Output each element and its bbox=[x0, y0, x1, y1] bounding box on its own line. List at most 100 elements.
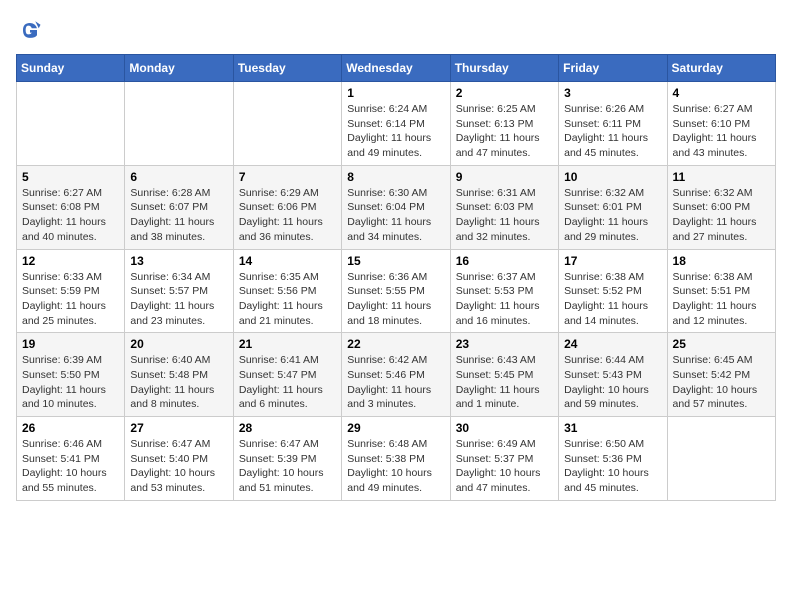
day-number: 5 bbox=[22, 170, 119, 184]
day-of-week-header: Wednesday bbox=[342, 55, 450, 82]
day-number: 14 bbox=[239, 254, 336, 268]
calendar-day-cell: 17 Sunrise: 6:38 AM Sunset: 5:52 PM Dayli… bbox=[559, 249, 667, 333]
day-info: Sunrise: 6:36 AM Sunset: 5:55 PM Dayligh… bbox=[347, 270, 444, 329]
day-of-week-header: Saturday bbox=[667, 55, 775, 82]
calendar-day-cell: 31 Sunrise: 6:50 AM Sunset: 5:36 PM Dayli… bbox=[559, 417, 667, 501]
day-info: Sunrise: 6:32 AM Sunset: 6:01 PM Dayligh… bbox=[564, 186, 661, 245]
calendar-week-row: 12 Sunrise: 6:33 AM Sunset: 5:59 PM Dayli… bbox=[17, 249, 776, 333]
day-number: 23 bbox=[456, 337, 553, 351]
day-info: Sunrise: 6:34 AM Sunset: 5:57 PM Dayligh… bbox=[130, 270, 227, 329]
calendar-week-row: 1Sunrise: 6:24 AM Sunset: 6:14 PM Daylig… bbox=[17, 82, 776, 166]
day-number: 16 bbox=[456, 254, 553, 268]
day-number: 6 bbox=[130, 170, 227, 184]
calendar-day-cell: 7Sunrise: 6:29 AM Sunset: 6:06 PM Daylig… bbox=[233, 165, 341, 249]
day-info: Sunrise: 6:45 AM Sunset: 5:42 PM Dayligh… bbox=[673, 353, 770, 412]
day-number: 25 bbox=[673, 337, 770, 351]
day-number: 26 bbox=[22, 421, 119, 435]
calendar-day-cell: 25 Sunrise: 6:45 AM Sunset: 5:42 PM Dayli… bbox=[667, 333, 775, 417]
calendar-day-cell: 23 Sunrise: 6:43 AM Sunset: 5:45 PM Dayli… bbox=[450, 333, 558, 417]
calendar-day-cell: 26 Sunrise: 6:46 AM Sunset: 5:41 PM Dayli… bbox=[17, 417, 125, 501]
day-number: 2 bbox=[456, 86, 553, 100]
day-info: Sunrise: 6:40 AM Sunset: 5:48 PM Dayligh… bbox=[130, 353, 227, 412]
day-number: 12 bbox=[22, 254, 119, 268]
day-info: Sunrise: 6:30 AM Sunset: 6:04 PM Dayligh… bbox=[347, 186, 444, 245]
day-number: 19 bbox=[22, 337, 119, 351]
day-info: Sunrise: 6:38 AM Sunset: 5:52 PM Dayligh… bbox=[564, 270, 661, 329]
day-number: 4 bbox=[673, 86, 770, 100]
calendar-empty-cell bbox=[233, 82, 341, 166]
calendar-day-cell: 18 Sunrise: 6:38 AM Sunset: 5:51 PM Dayli… bbox=[667, 249, 775, 333]
calendar-day-cell: 27Sunrise: 6:47 AM Sunset: 5:40 PM Dayli… bbox=[125, 417, 233, 501]
day-number: 29 bbox=[347, 421, 444, 435]
calendar-day-cell: 30 Sunrise: 6:49 AM Sunset: 5:37 PM Dayli… bbox=[450, 417, 558, 501]
day-of-week-header: Tuesday bbox=[233, 55, 341, 82]
day-info: Sunrise: 6:48 AM Sunset: 5:38 PM Dayligh… bbox=[347, 437, 444, 496]
day-info: Sunrise: 6:38 AM Sunset: 5:51 PM Dayligh… bbox=[673, 270, 770, 329]
day-info: Sunrise: 6:39 AM Sunset: 5:50 PM Dayligh… bbox=[22, 353, 119, 412]
page-header bbox=[16, 16, 776, 44]
day-of-week-header: Monday bbox=[125, 55, 233, 82]
day-info: Sunrise: 6:29 AM Sunset: 6:06 PM Dayligh… bbox=[239, 186, 336, 245]
day-info: Sunrise: 6:43 AM Sunset: 5:45 PM Dayligh… bbox=[456, 353, 553, 412]
calendar-day-cell: 5 Sunrise: 6:27 AM Sunset: 6:08 PM Daylig… bbox=[17, 165, 125, 249]
day-number: 18 bbox=[673, 254, 770, 268]
calendar-day-cell: 15 Sunrise: 6:36 AM Sunset: 5:55 PM Dayli… bbox=[342, 249, 450, 333]
day-info: Sunrise: 6:42 AM Sunset: 5:46 PM Dayligh… bbox=[347, 353, 444, 412]
calendar-day-cell: 20 Sunrise: 6:40 AM Sunset: 5:48 PM Dayli… bbox=[125, 333, 233, 417]
day-number: 24 bbox=[564, 337, 661, 351]
calendar-week-row: 19 Sunrise: 6:39 AM Sunset: 5:50 PM Dayli… bbox=[17, 333, 776, 417]
day-info: Sunrise: 6:27 AM Sunset: 6:08 PM Dayligh… bbox=[22, 186, 119, 245]
day-info: Sunrise: 6:37 AM Sunset: 5:53 PM Dayligh… bbox=[456, 270, 553, 329]
day-number: 21 bbox=[239, 337, 336, 351]
day-number: 22 bbox=[347, 337, 444, 351]
day-info: Sunrise: 6:49 AM Sunset: 5:37 PM Dayligh… bbox=[456, 437, 553, 496]
calendar-empty-cell bbox=[667, 417, 775, 501]
day-number: 28 bbox=[239, 421, 336, 435]
day-info: Sunrise: 6:33 AM Sunset: 5:59 PM Dayligh… bbox=[22, 270, 119, 329]
calendar-day-cell: 10Sunrise: 6:32 AM Sunset: 6:01 PM Dayli… bbox=[559, 165, 667, 249]
calendar-day-cell: 24 Sunrise: 6:44 AM Sunset: 5:43 PM Dayli… bbox=[559, 333, 667, 417]
day-info: Sunrise: 6:50 AM Sunset: 5:36 PM Dayligh… bbox=[564, 437, 661, 496]
calendar-day-cell: 11 Sunrise: 6:32 AM Sunset: 6:00 PM Dayli… bbox=[667, 165, 775, 249]
day-number: 15 bbox=[347, 254, 444, 268]
day-of-week-header: Thursday bbox=[450, 55, 558, 82]
day-of-week-header: Sunday bbox=[17, 55, 125, 82]
calendar-week-row: 5 Sunrise: 6:27 AM Sunset: 6:08 PM Daylig… bbox=[17, 165, 776, 249]
day-number: 31 bbox=[564, 421, 661, 435]
day-number: 8 bbox=[347, 170, 444, 184]
calendar-day-cell: 12 Sunrise: 6:33 AM Sunset: 5:59 PM Dayli… bbox=[17, 249, 125, 333]
day-number: 11 bbox=[673, 170, 770, 184]
calendar-empty-cell bbox=[17, 82, 125, 166]
calendar-day-cell: 4Sunrise: 6:27 AM Sunset: 6:10 PM Daylig… bbox=[667, 82, 775, 166]
day-info: Sunrise: 6:25 AM Sunset: 6:13 PM Dayligh… bbox=[456, 102, 553, 161]
day-number: 20 bbox=[130, 337, 227, 351]
day-number: 9 bbox=[456, 170, 553, 184]
day-info: Sunrise: 6:26 AM Sunset: 6:11 PM Dayligh… bbox=[564, 102, 661, 161]
calendar-day-cell: 9Sunrise: 6:31 AM Sunset: 6:03 PM Daylig… bbox=[450, 165, 558, 249]
calendar-day-cell: 6 Sunrise: 6:28 AM Sunset: 6:07 PM Daylig… bbox=[125, 165, 233, 249]
calendar-day-cell: 3 Sunrise: 6:26 AM Sunset: 6:11 PM Daylig… bbox=[559, 82, 667, 166]
day-of-week-header: Friday bbox=[559, 55, 667, 82]
calendar-day-cell: 1Sunrise: 6:24 AM Sunset: 6:14 PM Daylig… bbox=[342, 82, 450, 166]
day-number: 17 bbox=[564, 254, 661, 268]
calendar-empty-cell bbox=[125, 82, 233, 166]
day-info: Sunrise: 6:44 AM Sunset: 5:43 PM Dayligh… bbox=[564, 353, 661, 412]
calendar-day-cell: 22 Sunrise: 6:42 AM Sunset: 5:46 PM Dayli… bbox=[342, 333, 450, 417]
day-info: Sunrise: 6:32 AM Sunset: 6:00 PM Dayligh… bbox=[673, 186, 770, 245]
day-number: 30 bbox=[456, 421, 553, 435]
day-info: Sunrise: 6:28 AM Sunset: 6:07 PM Dayligh… bbox=[130, 186, 227, 245]
calendar-header-row: SundayMondayTuesdayWednesdayThursdayFrid… bbox=[17, 55, 776, 82]
day-number: 3 bbox=[564, 86, 661, 100]
day-info: Sunrise: 6:46 AM Sunset: 5:41 PM Dayligh… bbox=[22, 437, 119, 496]
calendar-day-cell: 19 Sunrise: 6:39 AM Sunset: 5:50 PM Dayli… bbox=[17, 333, 125, 417]
calendar-day-cell: 8 Sunrise: 6:30 AM Sunset: 6:04 PM Daylig… bbox=[342, 165, 450, 249]
calendar-day-cell: 2 Sunrise: 6:25 AM Sunset: 6:13 PM Daylig… bbox=[450, 82, 558, 166]
day-number: 27 bbox=[130, 421, 227, 435]
calendar-table: SundayMondayTuesdayWednesdayThursdayFrid… bbox=[16, 54, 776, 501]
calendar-day-cell: 13Sunrise: 6:34 AM Sunset: 5:57 PM Dayli… bbox=[125, 249, 233, 333]
day-info: Sunrise: 6:24 AM Sunset: 6:14 PM Dayligh… bbox=[347, 102, 444, 161]
day-info: Sunrise: 6:47 AM Sunset: 5:39 PM Dayligh… bbox=[239, 437, 336, 496]
logo-icon bbox=[16, 16, 44, 44]
calendar-day-cell: 16 Sunrise: 6:37 AM Sunset: 5:53 PM Dayli… bbox=[450, 249, 558, 333]
calendar-day-cell: 14Sunrise: 6:35 AM Sunset: 5:56 PM Dayli… bbox=[233, 249, 341, 333]
